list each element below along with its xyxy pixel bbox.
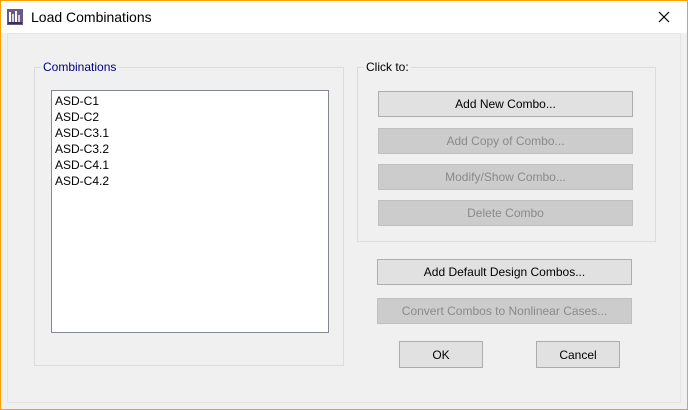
list-item[interactable]: ASD-C3.1 [55,125,325,141]
add-new-combo-button[interactable]: Add New Combo... [378,91,633,117]
list-item[interactable]: ASD-C3.2 [55,141,325,157]
close-icon [658,11,670,23]
add-copy-combo-button[interactable]: Add Copy of Combo... [378,128,633,154]
convert-combos-button[interactable]: Convert Combos to Nonlinear Cases... [377,298,632,324]
title-bar[interactable]: Load Combinations [1,1,687,33]
list-item[interactable]: ASD-C4.1 [55,157,325,173]
load-combinations-dialog: Load Combinations Combinations ASD-C1 AS… [0,0,688,410]
ok-button[interactable]: OK [399,341,483,368]
window-title: Load Combinations [31,9,152,25]
delete-combo-button[interactable]: Delete Combo [378,200,633,226]
close-button[interactable] [641,1,687,33]
list-item[interactable]: ASD-C4.2 [55,173,325,189]
add-default-design-combos-button[interactable]: Add Default Design Combos... [377,259,632,285]
list-item[interactable]: ASD-C1 [55,93,325,109]
modify-show-combo-button[interactable]: Modify/Show Combo... [378,164,633,190]
app-icon [7,9,23,25]
combinations-group-label: Combinations [41,60,119,74]
combinations-listbox[interactable]: ASD-C1 ASD-C2 ASD-C3.1 ASD-C3.2 ASD-C4.1… [51,90,329,333]
click-to-group-label: Click to: [364,60,411,74]
cancel-button[interactable]: Cancel [536,341,620,368]
list-item[interactable]: ASD-C2 [55,109,325,125]
